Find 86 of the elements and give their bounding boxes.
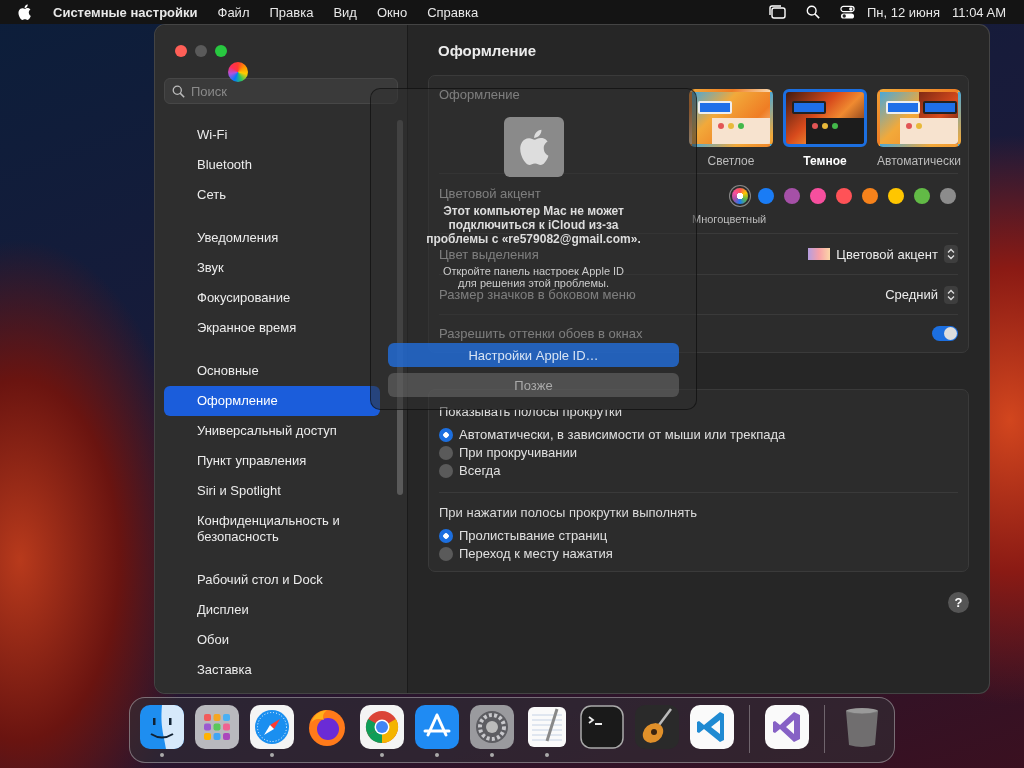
pane-title: Оформление — [438, 42, 538, 59]
sidebar-item[interactable]: Siri и Spotlight — [164, 476, 380, 506]
menu-item[interactable]: Файл — [217, 4, 250, 20]
ring-logo-icon[interactable] — [360, 705, 404, 749]
radio-button[interactable] — [439, 528, 453, 543]
radio-option[interactable]: Пролистывание страниц — [439, 528, 958, 543]
sidebar-item[interactable]: Универсальный доступ — [164, 416, 380, 446]
sidebar-item[interactable]: Пункт управления — [164, 446, 380, 476]
letter-a-icon[interactable] — [415, 705, 459, 749]
row-label: Разрешить оттенки обоев в окнах — [439, 326, 643, 341]
compass-icon[interactable] — [250, 705, 294, 749]
radio-button[interactable] — [439, 427, 453, 442]
terminal-icon[interactable] — [580, 705, 624, 749]
sidebar-item[interactable]: Bluetooth — [164, 150, 380, 180]
gear-icon[interactable] — [470, 705, 514, 749]
color-swatch[interactable] — [810, 188, 826, 204]
menu-item[interactable]: Справка — [427, 4, 479, 20]
notepad-pen-icon[interactable] — [525, 705, 569, 749]
appearance-option[interactable]: Автоматически — [876, 89, 962, 168]
color-swatch[interactable] — [862, 188, 878, 204]
icon-size-popup[interactable]: Средний — [885, 285, 958, 304]
window-stack-icon[interactable] — [767, 4, 786, 20]
menu-bar-time[interactable]: 11:04 AM — [952, 4, 1006, 20]
sidebar-item[interactable]: Обои — [164, 625, 380, 655]
appearance-option[interactable]: Темное — [782, 89, 868, 168]
color-swatch[interactable] — [940, 188, 956, 204]
color-swatch[interactable] — [914, 188, 930, 204]
apple-id-settings-button[interactable]: Настройки Apple ID… — [388, 343, 679, 367]
search-field[interactable]: Поиск — [164, 78, 398, 104]
color-swatch[interactable] — [888, 188, 904, 204]
search-icon — [172, 85, 185, 98]
smiling-face-icon[interactable] — [140, 705, 184, 749]
scrollbar-thumb[interactable] — [397, 120, 403, 495]
sidebar-item[interactable]: Уведомления — [164, 223, 380, 253]
later-button[interactable]: Позже — [388, 373, 679, 397]
swatch-caption: Многоцветный — [692, 213, 767, 225]
search-icon[interactable] — [805, 5, 820, 19]
radio-button[interactable] — [439, 546, 453, 561]
section-label: При нажатии полосы прокрутки выполнять — [439, 505, 699, 520]
alert-message: Откройте панель настроек Apple ID для решения этой проблемы. — [441, 265, 626, 289]
sidebar-item[interactable]: Конфиденциальность и безопасность — [164, 506, 380, 552]
sidebar-item[interactable]: Оформление — [164, 386, 380, 416]
menu-item[interactable]: Окно — [376, 4, 408, 20]
guitar-icon[interactable] — [635, 705, 679, 749]
section-label: Показывать полосы прокрутки — [439, 404, 624, 419]
stepper-arrows-icon — [944, 285, 958, 304]
row-label: Цветовой акцент — [439, 186, 541, 201]
radio-button[interactable] — [439, 445, 453, 460]
color-swatch[interactable] — [784, 188, 800, 204]
color-swatch[interactable] — [836, 188, 852, 204]
sidebar-item[interactable]: Рабочий стол и Dock — [164, 565, 380, 595]
row-label: Оформление — [439, 87, 520, 102]
apple-logo-icon[interactable] — [18, 4, 31, 20]
sidebar-item[interactable]: Wi-Fi — [164, 120, 380, 150]
sidebar-item[interactable]: Звук — [164, 253, 380, 283]
control-center-icon[interactable] — [839, 4, 855, 20]
ribbon-logo-icon[interactable] — [690, 705, 734, 749]
sidebar-item[interactable]: Основные — [164, 356, 380, 386]
zoom-button[interactable] — [215, 45, 227, 57]
menu-item[interactable]: Правка — [269, 4, 314, 20]
appearance-option[interactable]: Светлое — [688, 89, 774, 168]
sidebar-item[interactable]: Фокусирование — [164, 283, 380, 313]
radio-button[interactable] — [439, 463, 453, 478]
toggle-switch[interactable] — [932, 326, 958, 341]
help-button[interactable]: ? — [948, 592, 969, 613]
menu-bar-date[interactable]: Пн, 12 июня — [866, 4, 941, 20]
sidebar-item[interactable]: Дисплеи — [164, 595, 380, 625]
gradient-swatch-icon — [808, 248, 831, 260]
highlight-color-popup[interactable]: Цветовой акцент — [808, 245, 958, 263]
multicolor-swatch[interactable] — [732, 188, 748, 204]
menu-item[interactable]: Вид — [333, 4, 357, 20]
radio-option[interactable]: Переход к месту нажатия — [439, 546, 958, 561]
alert-title: Этот компьютер Mac не может подключиться к iCloud из-за проблемы с «re579082@gmail.com». — [425, 204, 642, 246]
sidebar-item[interactable]: Заставка — [164, 655, 380, 685]
app-name-menu[interactable]: Системные настройки — [53, 4, 198, 20]
radio-option[interactable]: При прокручивании — [439, 445, 958, 460]
sidebar-item[interactable]: Экранное время — [164, 313, 380, 343]
radio-option[interactable]: Всегда — [439, 463, 958, 478]
sidebar-item[interactable]: Сеть — [164, 180, 380, 210]
radio-option[interactable]: Автоматически, в зависимости от мыши или трекпада — [439, 427, 958, 442]
close-button[interactable] — [175, 45, 187, 57]
color-swatch[interactable] — [758, 188, 774, 204]
apple-logo-icon — [503, 117, 564, 177]
app-grid-icon[interactable] — [195, 705, 239, 749]
stepper-arrows-icon — [944, 245, 958, 263]
row-label: Цвет выделения — [439, 246, 539, 262]
